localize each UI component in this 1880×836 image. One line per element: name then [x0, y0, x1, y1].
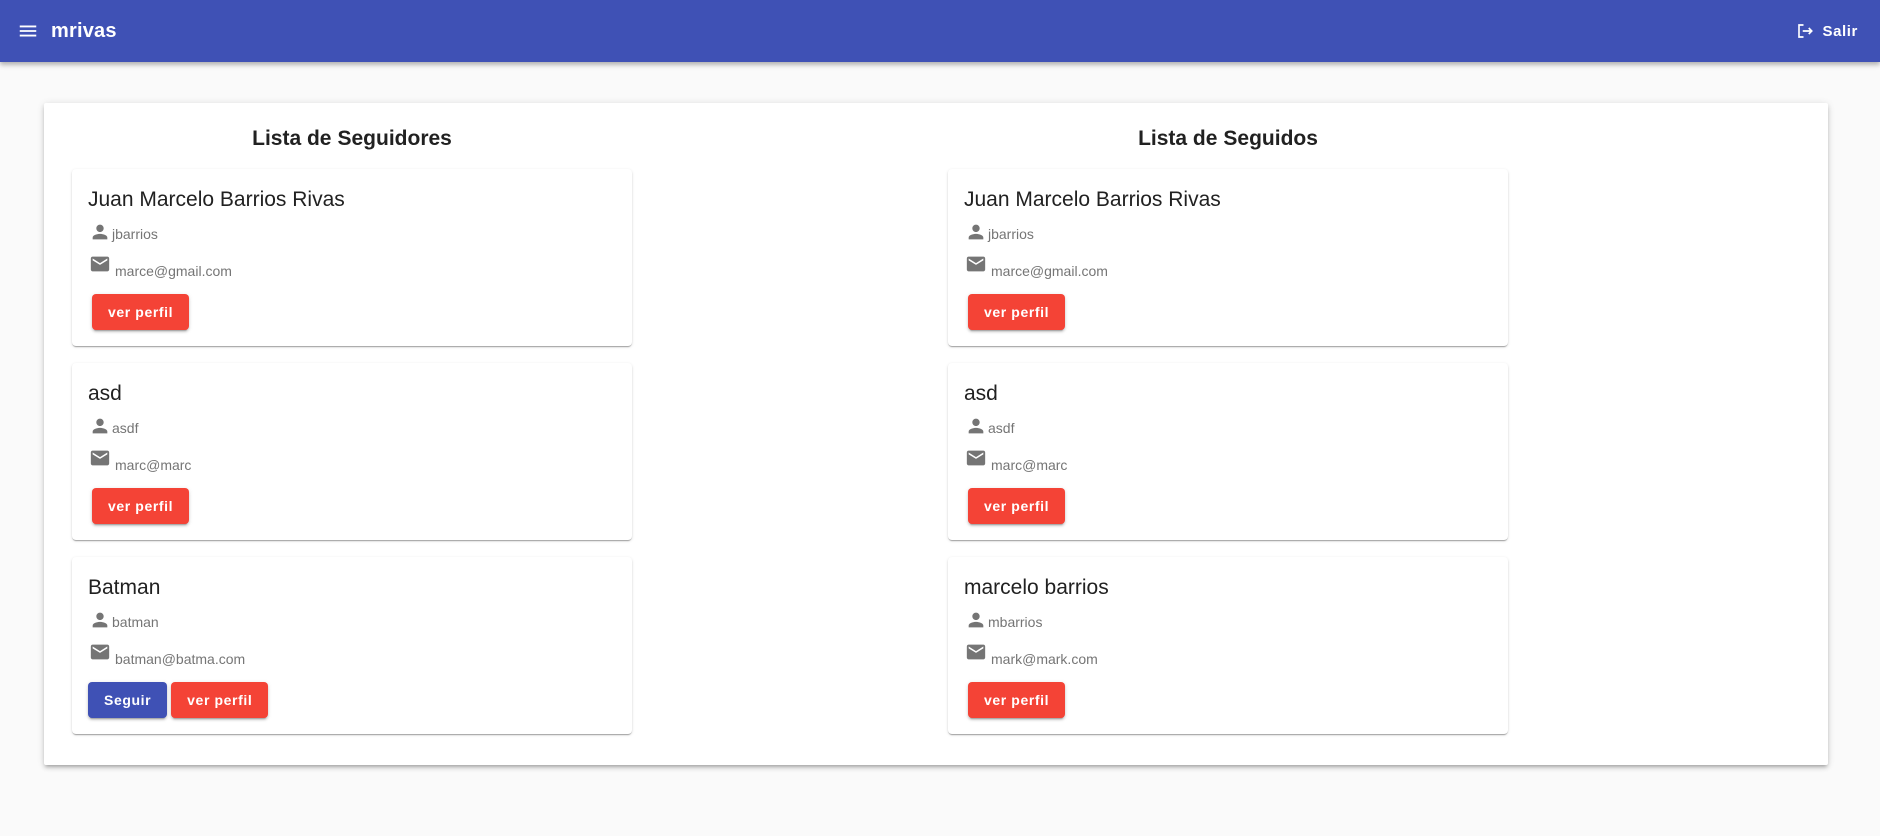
card-actions: ver perfil [964, 682, 1066, 718]
menu-button[interactable] [8, 11, 48, 51]
email-row: marc@marc [89, 447, 191, 473]
following-title-bold: Seguidos [1223, 127, 1318, 150]
view-profile-button[interactable]: ver perfil [171, 682, 269, 718]
following-card: Juan Marcelo Barrios Rivas jbarrios marc… [948, 169, 1508, 346]
follow-button[interactable]: Seguir [88, 682, 168, 718]
card-actions: ver perfil [88, 488, 190, 524]
main-panel: Lista de Seguidores Juan Marcelo Barrios… [44, 103, 1828, 765]
username: batman [112, 614, 159, 630]
user-fullname: Juan Marcelo Barrios Rivas [88, 188, 345, 211]
user-fullname: Batman [88, 576, 161, 599]
email-icon [90, 256, 110, 272]
username-row: batman [89, 609, 159, 631]
following-card: asd asdf marc@marc ver perfil [948, 363, 1508, 540]
followers-title-prefix: Lista de [252, 127, 332, 150]
view-profile-button[interactable]: ver perfil [968, 294, 1066, 330]
email: marc@marc [115, 457, 192, 473]
user-fullname: Juan Marcelo Barrios Rivas [964, 188, 1221, 211]
email: marce@gmail.com [115, 263, 232, 279]
user-fullname: marcelo barrios [964, 576, 1109, 599]
view-profile-button[interactable]: ver perfil [968, 682, 1066, 718]
email-row: marce@gmail.com [965, 253, 1108, 279]
top-toolbar: mrivas Salir [0, 0, 1880, 62]
person-icon [92, 418, 108, 434]
card-actions: ver perfil [964, 488, 1066, 524]
email-row: batman@batma.com [89, 641, 245, 667]
email-row: mark@mark.com [965, 641, 1098, 667]
card-actions: ver perfil [964, 294, 1066, 330]
username-row: jbarrios [965, 221, 1034, 243]
follower-card: Juan Marcelo Barrios Rivas jbarrios marc… [72, 169, 632, 346]
following-title-prefix: Lista de [1138, 127, 1218, 150]
username-row: jbarrios [89, 221, 158, 243]
logout-icon [1798, 24, 1814, 38]
following-title: Lista de Seguidos [948, 103, 1508, 169]
username-row: asdf [965, 415, 1014, 437]
card-actions: Seguir ver perfil [88, 682, 269, 718]
person-icon [968, 224, 984, 240]
user-fullname: asd [88, 382, 122, 405]
email-icon [966, 450, 986, 466]
followers-title-bold: Seguidores [337, 127, 452, 150]
email: mark@mark.com [991, 651, 1098, 667]
email-row: marce@gmail.com [89, 253, 232, 279]
username: mbarrios [988, 614, 1043, 630]
email: marc@marc [991, 457, 1068, 473]
username: jbarrios [112, 226, 158, 242]
username-row: asdf [89, 415, 138, 437]
followers-column: Lista de Seguidores Juan Marcelo Barrios… [72, 103, 632, 751]
email-icon [90, 644, 110, 660]
user-fullname: asd [964, 382, 998, 405]
card-actions: ver perfil [88, 294, 190, 330]
username: jbarrios [988, 226, 1034, 242]
logout-label: Salir [1822, 22, 1858, 40]
email: marce@gmail.com [991, 263, 1108, 279]
email-row: marc@marc [965, 447, 1067, 473]
email: batman@batma.com [115, 651, 246, 667]
person-icon [92, 612, 108, 628]
email-icon [966, 256, 986, 272]
view-profile-button[interactable]: ver perfil [92, 488, 190, 524]
menu-icon [19, 25, 37, 37]
following-column: Lista de Seguidos Juan Marcelo Barrios R… [948, 103, 1508, 751]
follower-card: asd asdf marc@marc ver perfil [72, 363, 632, 540]
view-profile-button[interactable]: ver perfil [968, 488, 1066, 524]
email-icon [966, 644, 986, 660]
username-row: mbarrios [965, 609, 1042, 631]
following-card: marcelo barrios mbarrios mark@mark.com v… [948, 557, 1508, 734]
username: asdf [988, 420, 1015, 436]
person-icon [92, 224, 108, 240]
app-brand: mrivas [51, 19, 117, 42]
logout-button[interactable]: Salir [1796, 16, 1858, 46]
followers-title: Lista de Seguidores [72, 103, 632, 169]
person-icon [968, 612, 984, 628]
email-icon [90, 450, 110, 466]
follower-card: Batman batman batman@batma.com Seguir ve… [72, 557, 632, 734]
username: asdf [112, 420, 139, 436]
view-profile-button[interactable]: ver perfil [92, 294, 190, 330]
person-icon [968, 418, 984, 434]
